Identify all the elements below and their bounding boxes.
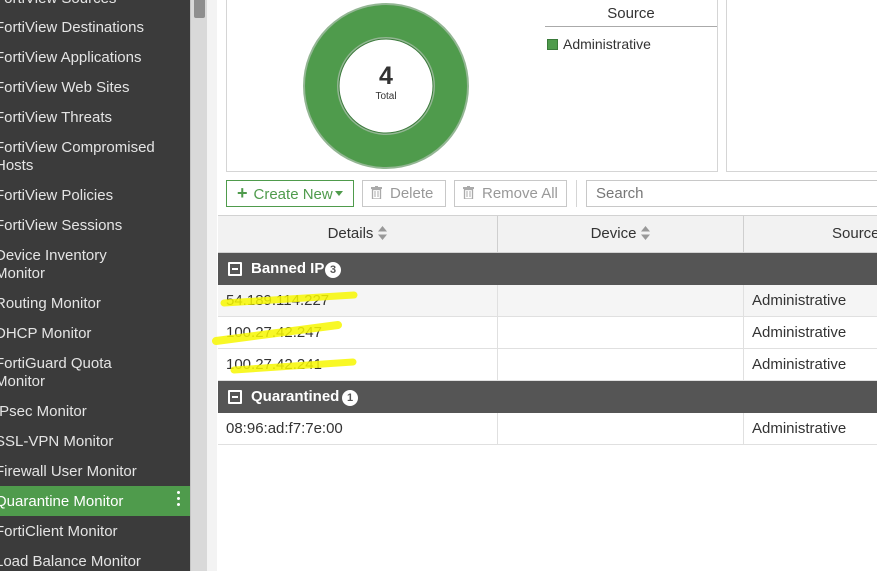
sidebar-item-load-balance-monitor[interactable]: Load Balance Monitor: [0, 553, 190, 571]
plus-icon: +: [237, 183, 248, 203]
cell-details: 54.189.114.227: [218, 285, 498, 316]
column-header-source[interactable]: Source: [744, 216, 877, 252]
sidebar-item-ipsec-monitor[interactable]: IPsec Monitor: [0, 403, 190, 425]
sidebar-item-fortiview-threats[interactable]: FortiView Threats: [0, 109, 190, 131]
chevron-down-icon: [334, 191, 343, 196]
cell-source: Administrative: [752, 356, 847, 373]
cell-device: [498, 285, 744, 316]
donut-total-value: 4: [379, 62, 393, 90]
sidebar-item-fortiview-destinations[interactable]: FortiView Destinations: [0, 19, 190, 41]
group-header-banned-ip: Banned IP 3: [218, 253, 877, 285]
secondary-widget: [726, 0, 877, 172]
collapse-icon[interactable]: [228, 262, 242, 276]
cell-source: Administrative: [752, 292, 847, 309]
trash-icon: [371, 186, 382, 199]
legend-swatch: [547, 39, 558, 50]
toolbar-separator: [576, 180, 577, 207]
sidebar-item-fortiguard-quota-monitor[interactable]: FortiGuard Quota Monitor: [0, 355, 190, 395]
cell-details: 100.27.42.241: [218, 349, 498, 380]
sidebar-item-fortiview-policies[interactable]: FortiView Policies: [0, 187, 190, 209]
create-new-button[interactable]: + Create New: [226, 180, 354, 207]
sidebar-item-dhcp-monitor[interactable]: DHCP Monitor: [0, 325, 190, 347]
legend-title: Source: [545, 5, 717, 27]
panel-divider: [207, 0, 217, 571]
collapse-icon[interactable]: [228, 390, 242, 404]
sidebar-item-fortiview-sessions[interactable]: FortiView Sessions: [0, 217, 190, 239]
trash-icon: [463, 186, 474, 199]
table-row[interactable]: 100.27.42.247 Administrative: [218, 317, 877, 349]
sidebar-scrollbar[interactable]: [190, 0, 207, 571]
sidebar-nav: FortiView Sources FortiView Destinations…: [0, 0, 190, 571]
column-header-device[interactable]: Device: [498, 216, 744, 252]
delete-button[interactable]: Delete: [362, 180, 446, 207]
sidebar-item-ssl-vpn-monitor[interactable]: SSL-VPN Monitor: [0, 433, 190, 455]
sort-icon: [641, 226, 651, 240]
search-input[interactable]: [586, 180, 877, 207]
sidebar-item-device-inventory-monitor[interactable]: Device Inventory Monitor: [0, 247, 190, 287]
remove-all-button[interactable]: Remove All: [454, 180, 567, 207]
sidebar-item-firewall-user-monitor[interactable]: Firewall User Monitor: [0, 463, 190, 485]
table-row[interactable]: 100.27.42.241 Administrative: [218, 349, 877, 381]
cell-device: [498, 349, 744, 380]
cell-details: 100.27.42.247: [218, 317, 498, 348]
donut-total-label: Total: [375, 91, 397, 102]
column-header-details[interactable]: Details: [218, 216, 498, 252]
more-options-icon[interactable]: [177, 491, 181, 509]
table-row[interactable]: 54.189.114.227 Administrative: [218, 285, 877, 317]
sidebar-item-fortiview-applications[interactable]: FortiView Applications: [0, 49, 190, 71]
sidebar-item-fortiview-web-sites[interactable]: FortiView Web Sites: [0, 79, 190, 101]
group-header-quarantined: Quarantined 1: [218, 381, 877, 413]
sidebar-item-routing-monitor[interactable]: Routing Monitor: [0, 295, 190, 317]
table-row[interactable]: 08:96:ad:f7:7e:00 Administrative: [218, 413, 877, 445]
sidebar-item-forticlient-monitor[interactable]: FortiClient Monitor: [0, 523, 190, 545]
cell-device: [498, 413, 744, 444]
sidebar-item-quarantine-monitor[interactable]: Quarantine Monitor: [0, 486, 190, 516]
count-badge: 1: [342, 390, 358, 406]
cell-source: Administrative: [752, 420, 847, 437]
scrollbar-thumb[interactable]: [194, 0, 205, 18]
legend-item-administrative[interactable]: Administrative: [547, 36, 651, 52]
sort-icon: [378, 226, 388, 240]
cell-details: 08:96:ad:f7:7e:00: [218, 413, 498, 444]
cell-device: [498, 317, 744, 348]
table-header: Details Device Source: [218, 215, 877, 253]
count-badge: 3: [325, 262, 341, 278]
cell-source: Administrative: [752, 324, 847, 341]
sidebar-item-fortiview-sources[interactable]: FortiView Sources: [0, 0, 190, 12]
sidebar-item-fortiview-compromised-hosts[interactable]: FortiView Compromised Hosts: [0, 139, 190, 179]
